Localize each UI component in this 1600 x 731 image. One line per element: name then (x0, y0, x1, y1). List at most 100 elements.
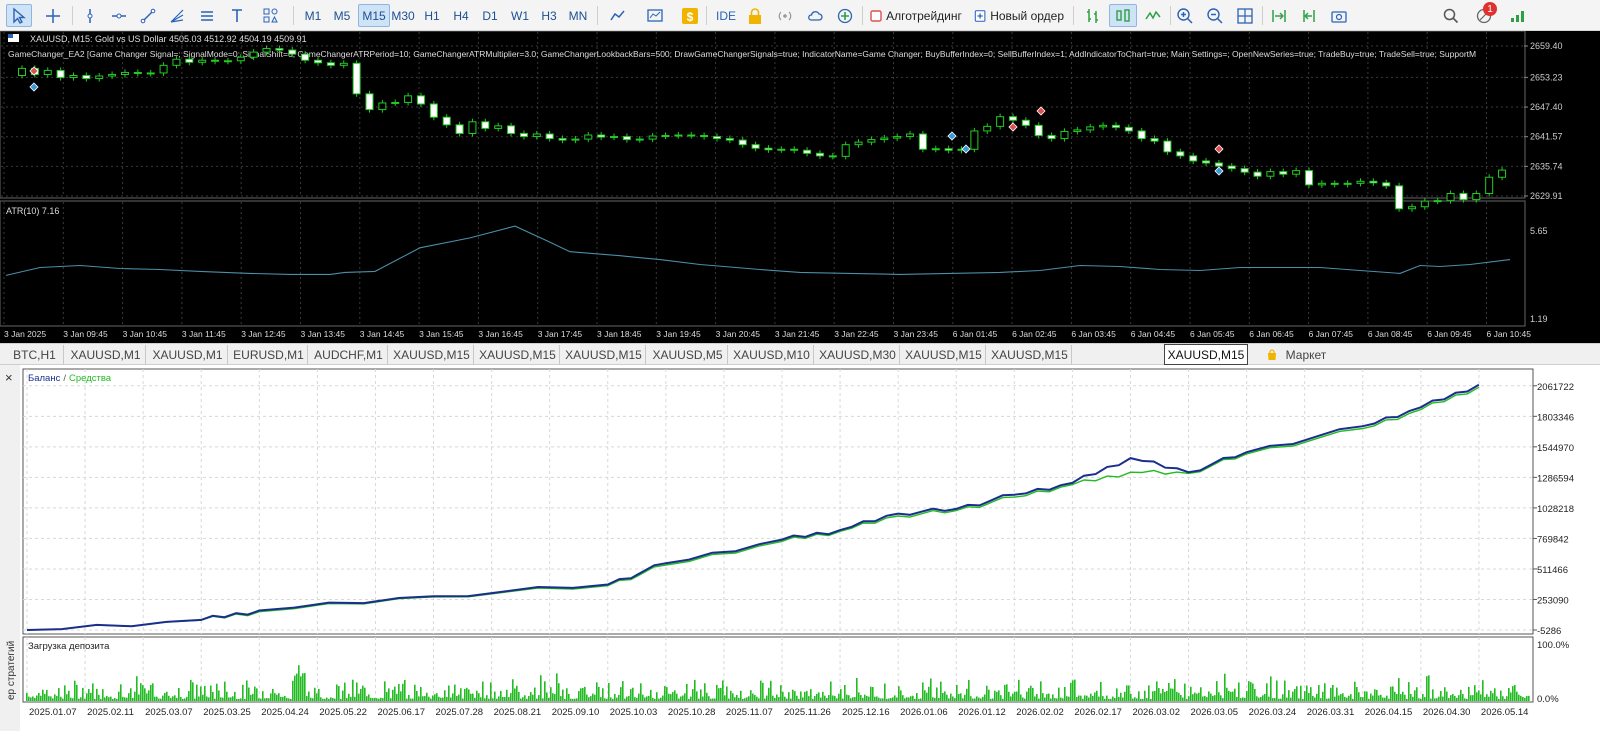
deposit-load-bar (1476, 692, 1478, 701)
vertical-line-button[interactable] (78, 4, 102, 27)
chart-tab[interactable]: XAUUSD,M1 (66, 345, 146, 364)
trend-line-button[interactable] (136, 4, 160, 27)
alert-button[interactable]: 1 (1470, 2, 1498, 27)
deposit-load-bar (220, 697, 222, 701)
chart-tab[interactable]: XAUUSD,M1 (148, 345, 228, 364)
deposit-load-bar (716, 684, 718, 701)
deposit-load-bar (232, 696, 234, 701)
chart-tab[interactable]: XAUUSD,M15 (988, 345, 1072, 364)
timeframe-m1-button[interactable]: M1 (300, 4, 326, 27)
cloud-button[interactable] (803, 4, 827, 27)
candles-button[interactable] (1109, 4, 1137, 27)
chart-tab[interactable]: XAUUSD,M5 (648, 345, 728, 364)
deposit-load-bar (1184, 683, 1186, 701)
deposit-load-bar (1428, 675, 1430, 701)
vps-button[interactable] (833, 4, 857, 27)
deposit-load-bar (1038, 698, 1040, 701)
autoscroll-button[interactable] (1267, 4, 1291, 27)
price-chart[interactable]: 2659.40 2653.23 2647.40 2641.57 2635.74 2629.… (0, 31, 1600, 343)
chart-tab[interactable]: XAUUSD,M15 (902, 345, 986, 364)
deposit-load-bar (302, 673, 304, 701)
deposit-load-bar (1526, 696, 1528, 701)
deposit-load-bar (492, 698, 494, 701)
timeframe-w1-button[interactable]: W1 (507, 4, 533, 27)
candle (1176, 148, 1185, 159)
deposit-load-bar (1074, 679, 1076, 701)
zoom-out-button[interactable] (1203, 4, 1227, 27)
time-tick: 3 Jan 14:45 (360, 329, 405, 339)
timeframe-mn-button[interactable]: MN (565, 4, 591, 27)
chart-tab[interactable]: EURUSD,M1 (230, 345, 308, 364)
deposit-load-bar (1224, 673, 1226, 701)
deposit-load-bar (1052, 694, 1054, 701)
deposit-load-bar (1026, 691, 1028, 701)
bar-chart-button[interactable] (1079, 4, 1107, 27)
deposit-load-bar (1410, 693, 1412, 701)
signal-strength-button[interactable] (1504, 4, 1532, 27)
chart-tab[interactable]: BTC,H1 (6, 345, 64, 364)
deposit-load-bar (762, 682, 764, 701)
lock-button[interactable] (743, 4, 767, 27)
ide-button[interactable]: IDE (711, 4, 741, 27)
chart-tab[interactable]: XAUUSD,M30 (816, 345, 900, 364)
chart-tab[interactable]: XAUUSD,M15 (562, 345, 646, 364)
deposit-load-bar (162, 695, 164, 701)
timeframe-m5-button[interactable]: M5 (329, 4, 355, 27)
signals-button[interactable] (773, 4, 797, 27)
deposit-load-bar (1520, 695, 1522, 701)
search-button[interactable] (1439, 4, 1463, 27)
chart-tab[interactable]: XAUUSD,M15 (390, 345, 474, 364)
new-order-button[interactable]: Новый ордер (970, 4, 1068, 27)
deposit-load-bar (316, 693, 318, 701)
zoom-in-button[interactable] (1173, 4, 1197, 27)
cursor-button[interactable] (6, 4, 32, 27)
candle (1266, 168, 1275, 180)
timeframe-h1-button[interactable]: H1 (419, 4, 445, 27)
chart-tab[interactable]: XAUUSD,M15 (1164, 344, 1248, 365)
deposit-load-bar (150, 684, 152, 701)
deposit-load-bar (84, 698, 86, 701)
date-x-tick: 2026.05.14 (1481, 707, 1529, 718)
shapes-button[interactable] (254, 4, 288, 27)
chart-type-button[interactable] (603, 4, 633, 27)
algotrading-button[interactable]: Алготрейдинг (866, 4, 966, 27)
deposit-load-bar (1330, 687, 1332, 701)
deposit-load-bar (1122, 697, 1124, 701)
deposit-load-bar (1274, 698, 1276, 701)
shift-button[interactable] (1297, 4, 1321, 27)
deposit-load-bar (142, 685, 144, 701)
timeframe-m15-button[interactable]: M15 (358, 4, 390, 27)
deposit-load-bar (274, 693, 276, 701)
horizontal-line-button[interactable] (107, 4, 131, 27)
deposit-load-bar (606, 698, 608, 701)
timeframe-m30-button[interactable]: M30 (387, 4, 419, 27)
crosshair-button[interactable] (40, 4, 66, 27)
deposit-load-bar (572, 698, 574, 701)
deposit-load-bar (1422, 693, 1424, 701)
close-icon[interactable]: × (5, 370, 13, 385)
text-button[interactable] (225, 4, 249, 27)
timeframe-h4-button[interactable]: H4 (448, 4, 474, 27)
deposit-load-bar (136, 676, 138, 701)
deposit-load-bar (1412, 696, 1414, 701)
chart-tab[interactable]: AUDCHF,M1 (310, 345, 388, 364)
deposit-load-bar (910, 696, 912, 701)
deposit-load-bar (1222, 698, 1224, 701)
dollar-button[interactable]: $ (678, 4, 702, 27)
line-chart-button[interactable] (1139, 4, 1167, 27)
deposit-load-bar (182, 698, 184, 701)
template-button[interactable] (640, 4, 670, 27)
grid-button[interactable] (1233, 4, 1257, 27)
candle (738, 137, 747, 148)
screenshot-button[interactable] (1327, 4, 1351, 27)
channel-button[interactable] (195, 4, 219, 27)
deposit-load-bar (916, 693, 918, 701)
market-tab[interactable]: Маркет (1256, 345, 1336, 364)
chart-tab[interactable]: XAUUSD,M15 (476, 345, 560, 364)
deposit-load-bar (984, 694, 986, 701)
chart-tab[interactable]: XAUUSD,M10 (730, 345, 814, 364)
timeframe-h3-button[interactable]: H3 (536, 4, 562, 27)
fibo-fan-button[interactable] (165, 4, 189, 27)
lock-icon (749, 7, 761, 24)
timeframe-d1-button[interactable]: D1 (477, 4, 503, 27)
